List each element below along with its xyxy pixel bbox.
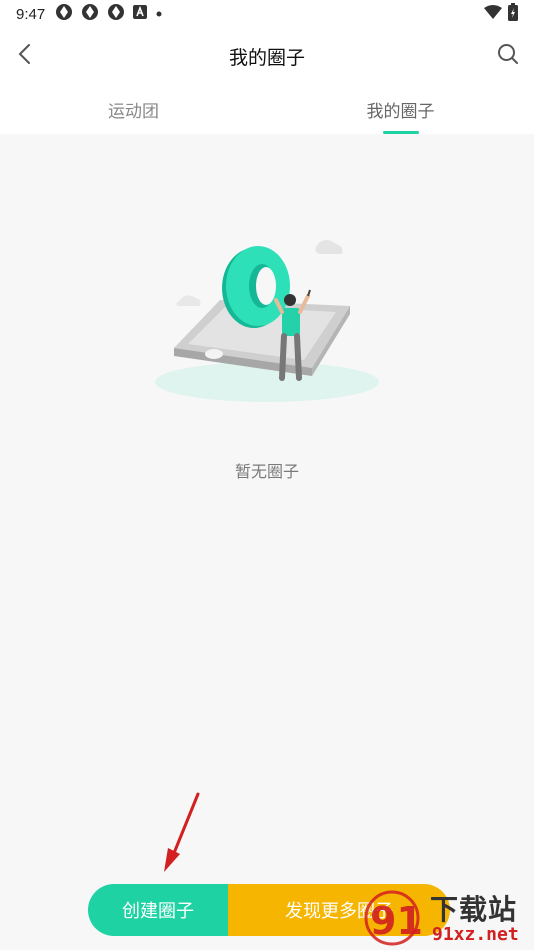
tab-label: 我的圈子 bbox=[366, 101, 435, 122]
tab-sports-group[interactable]: 运动团 bbox=[0, 84, 267, 134]
page-title: 我的圈子 bbox=[228, 46, 305, 69]
annotation-arrow-icon bbox=[158, 790, 208, 880]
tab-active-indicator bbox=[382, 131, 419, 134]
empty-state-message: 暂无圈子 bbox=[234, 462, 299, 481]
status-time: 9:47 bbox=[16, 5, 46, 23]
app-header: 我的圈子 bbox=[0, 28, 534, 84]
watermark-url: 91xz.net bbox=[432, 924, 519, 945]
watermark: 91 下载站 91xz.net bbox=[362, 888, 534, 950]
tab-my-circles[interactable]: 我的圈子 bbox=[267, 84, 534, 134]
create-circle-button[interactable]: 创建圈子 bbox=[88, 884, 228, 936]
tab-label: 运动团 bbox=[108, 101, 159, 122]
a-badge-icon bbox=[133, 5, 148, 23]
status-bar: 9:47 bbox=[0, 0, 534, 28]
wifi-icon bbox=[484, 5, 502, 23]
dot-icon bbox=[155, 6, 163, 22]
create-circle-label: 创建圈子 bbox=[122, 901, 194, 922]
search-icon bbox=[497, 43, 519, 69]
empty-state-illustration bbox=[150, 230, 384, 410]
app-icon bbox=[81, 3, 99, 25]
svg-text:91: 91 bbox=[370, 899, 423, 943]
watermark-title: 下载站 bbox=[430, 893, 518, 926]
app-icon bbox=[55, 3, 73, 25]
search-button[interactable] bbox=[492, 40, 524, 72]
battery-icon bbox=[508, 3, 518, 25]
back-button[interactable] bbox=[10, 40, 42, 72]
app-icon bbox=[107, 3, 125, 25]
tab-bar: 运动团 我的圈子 bbox=[0, 84, 534, 134]
watermark-logo-icon: 91 bbox=[362, 888, 432, 950]
chevron-left-icon bbox=[16, 43, 36, 69]
